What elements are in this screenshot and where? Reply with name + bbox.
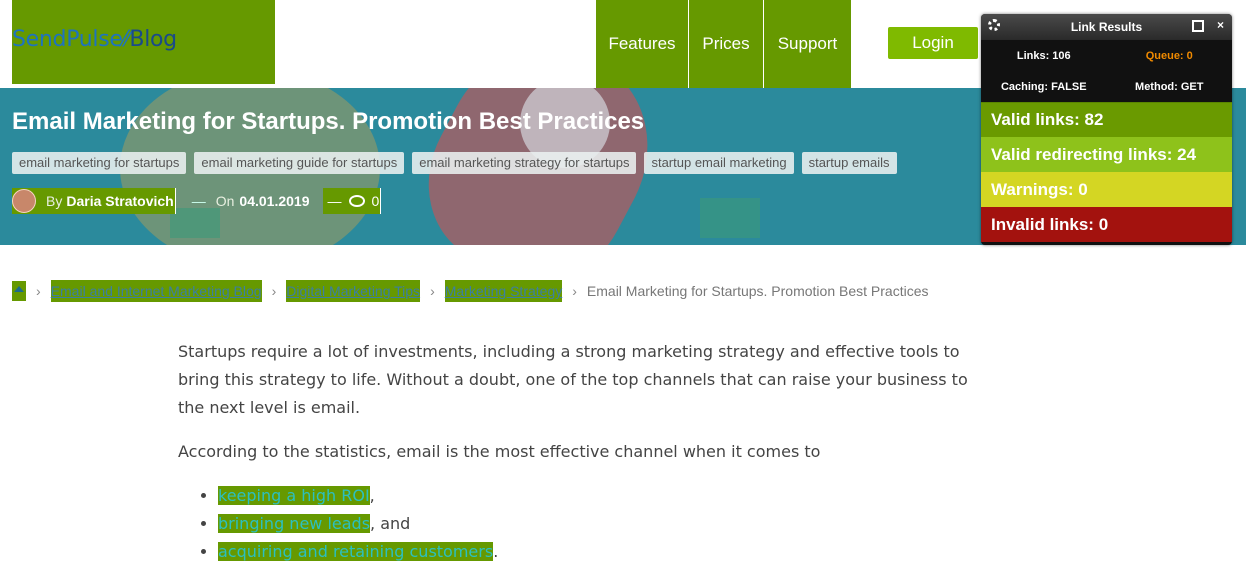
post-date: 04.01.2019 [239,193,310,209]
tag[interactable]: email marketing guide for startups [194,152,405,174]
tag-list: email marketing for startups email marke… [12,152,897,174]
redirecting-links-bar[interactable]: Valid redirecting links: 24 [981,137,1232,172]
valid-links-bar[interactable]: Valid links: 82 [981,102,1232,137]
page: SendPulse⁄⁄Blog Features Prices Support … [0,0,1246,578]
breadcrumb-link-strategy[interactable]: Marketing Strategy [444,280,563,302]
on-label: On [215,193,235,209]
breadcrumb-link-tips[interactable]: Digital Marketing Tips [286,280,421,302]
list-link[interactable]: acquiring and retaining customers [218,542,494,561]
settings-row: Caching: FALSE Method: GET [981,71,1232,102]
warnings-bar[interactable]: Warnings: 0 [981,172,1232,207]
panel-title: Link Results [1070,20,1143,34]
tag[interactable]: email marketing for startups [12,152,187,174]
list-link[interactable]: bringing new leads [218,514,371,533]
main-nav: Features Prices Support [596,0,851,88]
tag[interactable]: email marketing strategy for startups [412,152,637,174]
logo-brand: SendPulse [12,27,123,52]
nav-features[interactable]: Features [596,0,689,88]
chevron-right-icon: › [572,283,577,299]
popout-icon[interactable] [1192,20,1204,32]
breadcrumb-current: Email Marketing for Startups. Promotion … [586,283,929,299]
list-item-suffix: , [369,486,375,505]
invalid-links-bar[interactable]: Invalid links: 0 [981,207,1232,242]
list-item: acquiring and retaining customers. [218,538,968,566]
paragraph: According to the statistics, email is th… [178,442,821,461]
envelope-illustration [700,198,760,238]
panel-header: Link Results × [981,14,1232,40]
logo-link[interactable]: SendPulse⁄⁄Blog [12,0,275,84]
comment-icon [349,195,366,207]
login-button[interactable]: Login [888,27,978,59]
by-label: By [46,193,63,209]
stats-row: Links: 106 Queue: 0 [981,40,1232,71]
breadcrumb: › Email and Internet Marketing Blog › Di… [12,280,928,302]
list-item-suffix: . [493,542,499,561]
comments-count: 0 [371,193,380,209]
list-item-suffix: , and [370,514,411,533]
comments-link[interactable]: — 0 [323,188,382,214]
caching-status: Caching: FALSE [1000,80,1087,93]
author-name: Daria Stratovich [66,193,174,209]
home-icon [14,286,24,292]
paragraph: Startups require a lot of investments, i… [178,342,968,417]
author-link[interactable]: By Daria Stratovich [12,188,176,214]
page-title: Email Marketing for Startups. Promotion … [12,108,645,135]
article-body: Startups require a lot of investments, i… [178,338,968,566]
list-item: bringing new leads, and [218,510,968,538]
chevron-right-icon: › [36,283,41,299]
chevron-right-icon: › [430,283,435,299]
logo: SendPulse⁄⁄Blog [12,27,177,52]
logo-blog: Blog [129,27,177,52]
avatar [12,189,36,213]
post-meta: By Daria Stratovich — On 04.01.2019 — 0 [12,188,382,214]
queue-count: Queue: 0 [1145,49,1193,62]
tag[interactable]: startup emails [801,152,897,174]
breadcrumb-home[interactable] [12,281,26,301]
close-icon[interactable]: × [1217,18,1224,32]
links-count: Links: 106 [1016,49,1071,62]
meta-separator: — [191,193,206,209]
tag[interactable]: startup email marketing [644,152,794,174]
nav-support[interactable]: Support [764,0,851,88]
list-link[interactable]: keeping a high ROI [218,486,370,505]
method-status: Method: GET [1135,80,1204,93]
breadcrumb-link-blog[interactable]: Email and Internet Marketing Blog [50,280,262,302]
nav-prices[interactable]: Prices [689,0,764,88]
chevron-right-icon: › [271,283,277,299]
link-results-panel: Link Results × Links: 106 Queue: 0 Cachi… [981,14,1232,245]
benefit-list: keeping a high ROI, bringing new leads, … [218,482,968,566]
list-item: keeping a high ROI, [218,482,968,510]
meta-separator: — [327,193,342,209]
gear-icon[interactable] [988,19,1000,31]
